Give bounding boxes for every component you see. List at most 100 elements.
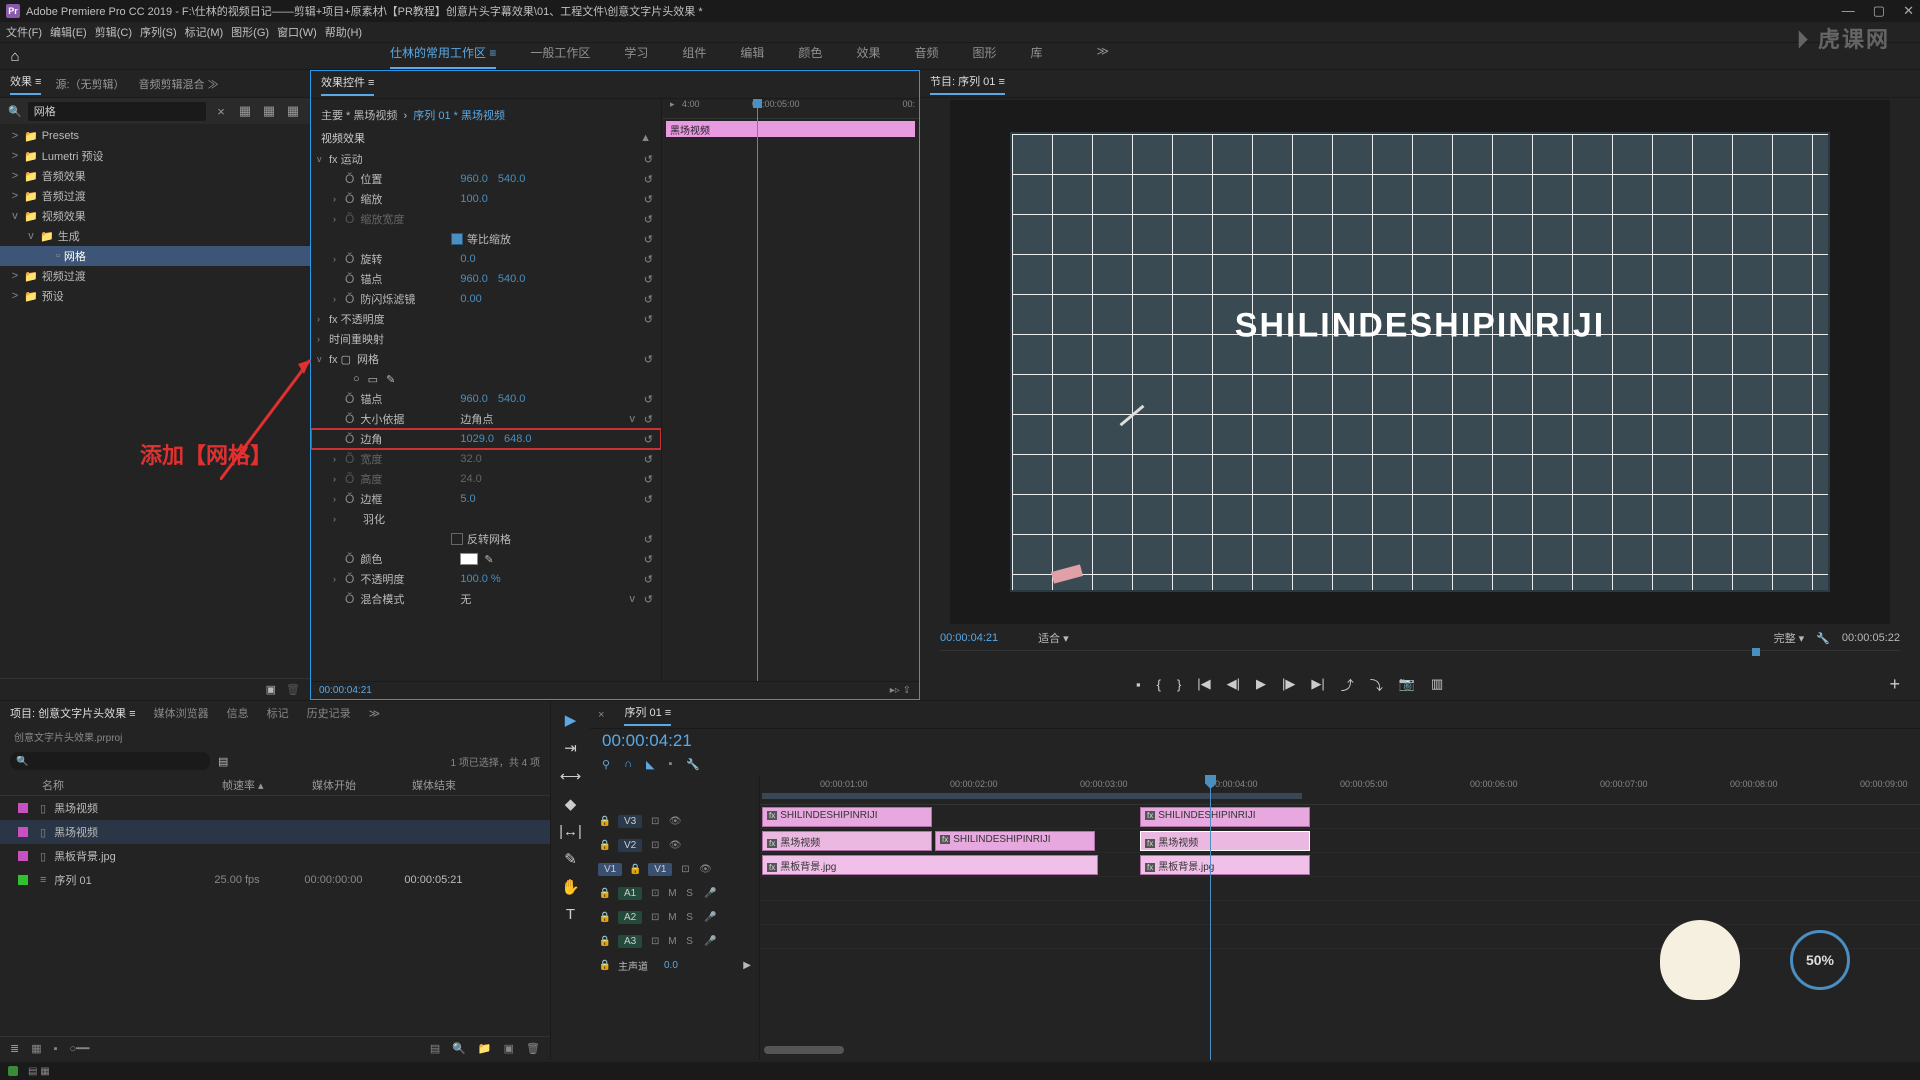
icon-view-icon[interactable]: ▦ [31,1042,41,1055]
menu-marker[interactable]: 标记(M) [185,24,224,40]
prop-grid-feather[interactable]: ›羽化 [311,509,661,529]
track-a2[interactable]: 🔒A2⊡MS🎤 [590,905,759,929]
track-select-tool-icon[interactable]: ⇥ [564,739,577,757]
tree-item[interactable]: v📁视频效果 [0,206,310,226]
zoom-slider[interactable]: ○━━ [70,1042,90,1055]
col-name[interactable]: 名称 [42,777,222,793]
prop-rotation[interactable]: ›Ŏ旋转0.0↺ [311,249,661,269]
selection-tool-icon[interactable]: ▶ [565,711,577,729]
monitor-view[interactable]: SHILINDESHIPINRIJI [950,100,1890,624]
export-frame-icon[interactable]: 📷 [1399,676,1415,692]
tab-history[interactable]: 历史记录 [307,705,351,721]
type-tool-icon[interactable]: T [566,906,575,923]
menu-file[interactable]: 文件(F) [6,24,42,40]
tab-source[interactable]: 源:（无剪辑） [55,76,124,92]
monitor-timecode[interactable]: 00:00:04:21 [940,632,998,644]
compare-icon[interactable]: ▥ [1431,676,1443,692]
menu-window[interactable]: 窗口(W) [277,24,317,40]
prop-flicker[interactable]: ›Ŏ防闪烁滤镜0.00↺ [311,289,661,309]
workspace-tab[interactable]: 效果 [856,44,880,69]
tree-item[interactable]: >📁Lumetri 预设 [0,146,310,166]
settings-icon[interactable]: 🔧 [1816,632,1830,645]
effect-motion[interactable]: vfx 运动↺ [311,149,661,169]
effect-timeremap[interactable]: ›时间重映射 [311,329,661,349]
goto-in-icon[interactable]: |◀ [1197,676,1210,692]
workspace-tab[interactable]: 音频 [914,44,938,69]
prop-grid-invert[interactable]: 反转网格↺ [311,529,661,549]
prop-uniform-scale[interactable]: 等比缩放↺ [311,229,661,249]
effect-item-grid[interactable]: ▫网格 [0,246,310,266]
track-master[interactable]: 🔒主声道0.0▶ [590,953,759,977]
workspace-tab[interactable]: 库 [1030,44,1042,69]
pen-tool-icon[interactable]: ✎ [564,850,577,868]
effects-search-input[interactable] [28,102,206,121]
prop-grid-border[interactable]: ›Ŏ边框5.0↺ [311,489,661,509]
prop-grid-anchor[interactable]: Ŏ锚点960.0540.0↺ [311,389,661,409]
prop-grid-color[interactable]: Ŏ颜色✎↺ [311,549,661,569]
minimize-icon[interactable]: — [1842,3,1855,19]
prop-grid-corner[interactable]: Ŏ边角1029.0648.0↺ [311,429,661,449]
goto-out-icon[interactable]: ▶| [1311,676,1324,692]
tab-audiomix[interactable]: 音频剪辑混合 ≫ [139,76,219,92]
menu-clip[interactable]: 剪辑(C) [95,24,132,40]
preset-icon[interactable]: ▦ [284,102,302,120]
hand-tool-icon[interactable]: ✋ [561,878,580,896]
clip[interactable]: SHILINDESHIPINRIJI [762,807,932,827]
track-a1[interactable]: 🔒A1⊡MS🎤 [590,881,759,905]
trash-icon[interactable]: 🗑 [526,1042,540,1055]
menu-help[interactable]: 帮助(H) [325,24,362,40]
tab-media-browser[interactable]: 媒体浏览器 [154,705,209,721]
project-item[interactable]: ▯黑场视频 [0,820,550,844]
tab-sequence[interactable]: 序列 01 ≡ [624,704,671,726]
automate-icon[interactable]: ▤ [430,1042,440,1055]
prop-anchor[interactable]: Ŏ锚点960.0540.0↺ [311,269,661,289]
snap-icon[interactable]: ⚲ [602,758,610,771]
project-search-input[interactable] [10,752,210,770]
marker-icon[interactable]: ▪ [1136,677,1141,692]
marker-icon[interactable]: ◣ [646,758,654,771]
playhead[interactable] [1210,775,1211,1060]
workspace-tab[interactable]: 图形 [972,44,996,69]
ec-playhead[interactable] [757,99,758,681]
track-a3[interactable]: 🔒A3⊡MS🎤 [590,929,759,953]
new-item-icon[interactable]: ▣ [504,1042,514,1055]
in-icon[interactable]: { [1157,677,1161,692]
tab-project[interactable]: 项目: 创意文字片头效果 ≡ [10,705,136,721]
col-end[interactable]: 媒体结束 [412,777,456,793]
trash-icon[interactable]: 🗑 [286,683,300,696]
tab-effects[interactable]: 效果 ≡ [10,73,41,95]
settings-icon[interactable]: ▪ [668,758,672,770]
slip-tool-icon[interactable]: |↔| [559,823,582,840]
monitor-scrubber[interactable] [940,650,1900,668]
clip[interactable]: SHILINDESHIPINRIJI [1140,807,1310,827]
clip[interactable]: SHILINDESHIPINRIJI [935,831,1095,851]
clip[interactable]: 黑板背景.jpg [1140,855,1310,875]
tree-item[interactable]: >📁音频效果 [0,166,310,186]
clip[interactable]: 黑场视频 [762,831,932,851]
workspace-tab[interactable]: 颜色 [798,44,822,69]
step-back-icon[interactable]: ◀| [1227,676,1240,692]
close-icon[interactable]: ✕ [1903,3,1914,19]
razor-tool-icon[interactable]: ◆ [565,795,577,813]
timeline-timecode[interactable]: 00:00:04:21 [590,729,1920,753]
wrench-icon[interactable]: 🔧 [686,758,700,771]
lift-icon[interactable]: ⤴ [1341,675,1354,694]
project-item[interactable]: ▯黑场视频 [0,796,550,820]
menu-edit[interactable]: 编辑(E) [50,24,87,40]
tree-item[interactable]: >📁音频过渡 [0,186,310,206]
preset-icon[interactable]: ▦ [260,102,278,120]
prop-scale[interactable]: ›Ŏ缩放100.0↺ [311,189,661,209]
track-v1[interactable]: V1🔒V1⊡👁 [590,857,759,881]
track-v3[interactable]: 🔒V3⊡👁 [590,809,759,833]
list-view-icon[interactable]: ≣ [10,1042,19,1055]
h-scrollbar[interactable] [764,1046,844,1054]
find-icon[interactable]: 🔍 [452,1042,466,1055]
timeline-ruler[interactable]: 00:00:01:00 00:00:02:00 00:00:03:00 00:0… [760,775,1920,805]
workspace-overflow-icon[interactable]: ≫ [1097,44,1110,69]
menu-sequence[interactable]: 序列(S) [140,24,177,40]
layout-icons[interactable]: ▤ ▦ [28,1066,50,1077]
workspace-tab[interactable]: 一般工作区 [530,44,590,69]
tab-overflow-icon[interactable]: ≫ [369,707,381,720]
play-icon[interactable]: ▶ [1256,676,1266,692]
tree-item[interactable]: >📁视频过渡 [0,266,310,286]
